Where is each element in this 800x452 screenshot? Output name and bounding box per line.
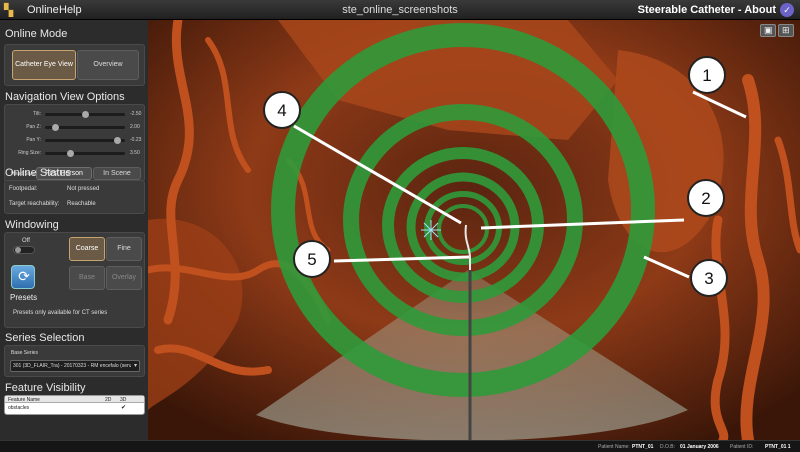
col-2d: 2D	[105, 397, 112, 403]
feature-name-cell: obstacles	[8, 405, 30, 411]
slider-label: Tilt:	[33, 111, 41, 117]
title-bar: ▚ Online Help ste_online_screenshots Ste…	[0, 0, 800, 20]
catheter-eye-view-button[interactable]: Catheter Eye View	[12, 50, 76, 80]
table-row: obstacles ✔	[5, 404, 144, 412]
refresh-icon: ⟳	[18, 268, 30, 284]
slider-knob[interactable]	[114, 137, 122, 144]
footpedal-label: Footpedal:	[9, 186, 38, 192]
window-off-label: Off	[22, 238, 30, 244]
base-series-value: 301 (3D_FLAIR_Tra) - 20170323 - RM encef…	[13, 363, 131, 369]
series-selection-panel: Base Series 301 (3D_FLAIR_Tra) - 2017032…	[4, 345, 145, 377]
slider-track[interactable]	[45, 124, 125, 131]
in-scene-button[interactable]: In Scene	[93, 167, 141, 180]
layout-button[interactable]: ⊞	[778, 24, 794, 37]
patient-name-value: PTNT_01	[632, 444, 654, 450]
refresh-button[interactable]: ⟳	[11, 265, 35, 289]
callout-5: 5	[293, 240, 331, 278]
online-status-title: Online Status	[5, 167, 72, 179]
about-icon[interactable]: ✓	[780, 3, 794, 17]
patient-id-value: PTNT_01 1	[765, 444, 791, 450]
reachability-value: Reachable	[67, 201, 96, 207]
footpedal-value: Not pressed	[67, 186, 100, 192]
col-3d: 3D	[120, 397, 127, 403]
fine-button[interactable]: Fine	[106, 237, 142, 261]
catheter-eye-viewport[interactable]: 1 2 3 4 5 ▣ ⊞	[148, 20, 800, 440]
callout-3: 3	[690, 259, 728, 297]
callout-5-label: 5	[307, 250, 316, 269]
slider-track[interactable]	[45, 137, 125, 144]
nav-options-title: Navigation View Options	[5, 91, 125, 103]
view-mode-icon: ▣	[764, 25, 773, 35]
slider-knob[interactable]	[66, 150, 74, 157]
base-series-label: Base Series	[11, 350, 38, 356]
dob-label: D.O.B:	[660, 444, 676, 450]
online-mode-title: Online Mode	[5, 28, 68, 40]
callout-2-label: 2	[701, 189, 710, 208]
about-link[interactable]: Steerable Catheter - About	[638, 4, 776, 16]
online-mode-panel: Catheter Eye View Overview	[4, 44, 145, 86]
reachability-label: Target reachability:	[9, 201, 60, 207]
view-mode-button[interactable]: ▣	[760, 24, 776, 37]
target-star	[421, 220, 441, 240]
base-button[interactable]: Base	[69, 266, 105, 290]
series-selection-title: Series Selection	[5, 332, 85, 344]
slider-value: 2.00	[130, 124, 140, 130]
callout-3-label: 3	[704, 269, 713, 288]
callout-4-label: 4	[277, 101, 286, 120]
callout-4: 4	[263, 91, 301, 129]
slider-track[interactable]	[45, 111, 125, 118]
presets-note: Presets only available for CT series	[13, 310, 108, 316]
slider-label: Pan Z:	[26, 124, 41, 130]
callout-2: 2	[687, 179, 725, 217]
overview-button[interactable]: Overview	[77, 50, 139, 80]
callout-1: 1	[688, 56, 726, 94]
patient-id-label: Patient ID:	[730, 444, 754, 450]
table-header: Feature Name 2D 3D	[5, 396, 144, 403]
windowing-panel: Off Coarse Fine ⟳ Base Overlay Presets P…	[4, 232, 145, 328]
patient-name-label: Patient Name:	[598, 444, 630, 450]
coarse-button[interactable]: Coarse	[69, 237, 105, 261]
feature-3d-checkbox[interactable]: ✔	[121, 404, 126, 411]
slider-track[interactable]	[45, 150, 125, 157]
slider-value: 3.50	[130, 150, 140, 156]
scene-render: 1 2 3 4 5	[148, 20, 800, 440]
presets-title: Presets	[10, 293, 38, 302]
slider-label: Ring Size:	[18, 150, 41, 156]
base-series-select[interactable]: 301 (3D_FLAIR_Tra) - 20170323 - RM encef…	[10, 360, 140, 372]
overlay-button[interactable]: Overlay	[106, 266, 142, 290]
col-feature-name: Feature Name	[8, 397, 40, 403]
feature-visibility-title: Feature Visibility	[5, 382, 86, 394]
sidebar: Online Mode Catheter Eye View Overview N…	[0, 20, 148, 440]
slider-value: -2.50	[130, 111, 142, 117]
online-status-panel: Footpedal: Not pressed Target reachabili…	[4, 180, 145, 214]
status-bar: Patient Name: PTNT_01 D.O.B: 01 January …	[0, 440, 800, 452]
slider-value: -0.23	[130, 137, 142, 143]
slider-knob[interactable]	[52, 124, 60, 131]
slider-label: Pan Y:	[26, 137, 41, 143]
slider-knob[interactable]	[81, 111, 89, 118]
windowing-title: Windowing	[5, 219, 59, 231]
dob-value: 01 January 2006	[680, 444, 719, 450]
chevron-down-icon: ▾	[133, 363, 137, 369]
feature-visibility-table: Feature Name 2D 3D obstacles ✔	[4, 395, 145, 415]
callout-1-label: 1	[702, 66, 711, 85]
layout-icon: ⊞	[782, 25, 790, 35]
windowing-toggle[interactable]	[13, 246, 35, 254]
